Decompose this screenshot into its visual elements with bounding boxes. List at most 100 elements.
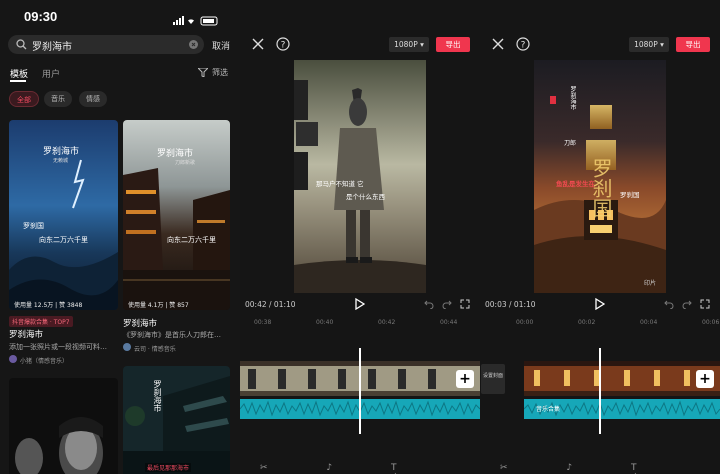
template-card-2[interactable]: 罗刹海市 刀郎新歌 向东二万六千里 使用量 4.1万 | 赞 857 xyxy=(123,120,230,310)
clear-icon[interactable] xyxy=(189,40,198,49)
total-duration: 01:10 xyxy=(513,300,536,309)
donkey-figure-preview xyxy=(294,60,426,293)
search-input[interactable]: 罗刹海市 xyxy=(32,38,72,53)
video-preview[interactable]: 那马户不知道 它 是个什么东西 xyxy=(294,60,426,293)
ruler-mark-2: 00:40 xyxy=(316,319,334,326)
bottom-toolbar[interactable]: ✂ ♪ T ◇ ▢ ◊ ✦ xyxy=(260,463,480,474)
resolution-select[interactable]: 1080P ▾ xyxy=(629,37,669,52)
card1-overlay-sub: 无赖城 xyxy=(53,158,69,164)
card2-overlay-sub: 刀郎新歌 xyxy=(175,160,196,166)
search-results-panel: 09:30 罗刹海市 取消 模板 用户 筛选 全部 音乐 情感 罗刹海市 无赖城… xyxy=(0,0,240,474)
chip-music[interactable]: 音乐 xyxy=(44,91,72,107)
card1-desc: 添加一张照片或一段视频可料… xyxy=(9,343,107,351)
resolution-select[interactable]: 1080P ▾ xyxy=(389,37,429,52)
current-time: 00:03 xyxy=(485,300,507,309)
playhead[interactable] xyxy=(359,348,361,434)
fullscreen-icon[interactable] xyxy=(460,299,470,309)
timeline-ruler: 00:38 00:40 00:42 00:44 xyxy=(240,316,480,328)
undo-icon[interactable] xyxy=(424,299,434,309)
chip-all[interactable]: 全部 xyxy=(9,91,39,107)
play-icon[interactable] xyxy=(595,298,605,310)
add-clip-button[interactable]: + xyxy=(696,370,714,388)
ruler-mark-4: 00:06 xyxy=(702,319,720,326)
poster-artist: 刀郎 xyxy=(564,140,577,147)
card4-overlay-vertical: 罗刹海市 xyxy=(153,380,162,412)
ruler-mark-4: 00:44 xyxy=(440,319,458,326)
video-track-frames xyxy=(524,361,720,396)
resolution-label: 1080P xyxy=(394,40,418,49)
card1-title[interactable]: 罗刹海市 xyxy=(9,328,43,340)
total-duration: 01:10 xyxy=(273,300,296,309)
template-card-4[interactable]: 罗刹海市 最后见那那海市 xyxy=(123,366,230,474)
card1-badge: 抖音爆款合集 · TOP7 xyxy=(9,316,73,327)
tab-templates[interactable]: 模板 xyxy=(10,67,28,80)
card1-overlay-title: 罗刹海市 xyxy=(43,147,80,157)
night-pagoda-thumbnail xyxy=(123,366,230,474)
ruler-mark-3: 00:04 xyxy=(640,319,658,326)
export-button[interactable]: 导出 xyxy=(676,37,710,52)
set-cover-button[interactable]: 设置封面 xyxy=(481,364,505,394)
card2-user[interactable]: 云司 · 情感音乐 xyxy=(134,344,176,353)
signal-wifi-battery-icon xyxy=(173,16,218,26)
video-track[interactable] xyxy=(524,361,720,396)
ruler-mark-1: 00:38 xyxy=(254,319,272,326)
card4-overlay-bottom: 最后见那那海市 xyxy=(145,463,192,472)
filter-icon[interactable] xyxy=(198,68,208,77)
editor-panel-left: ? 1080P ▾ 导出 那马户不知道 它 是个什么东西 00:42 / 01:… xyxy=(240,0,480,474)
card2-stats: 使用量 4.1万 | 赞 857 xyxy=(128,302,189,309)
add-clip-button[interactable]: + xyxy=(456,370,474,388)
status-icons xyxy=(172,11,222,26)
preview-lyric-2: 是个什么东西 xyxy=(346,193,385,201)
redo-icon[interactable] xyxy=(682,299,692,309)
ruler-mark-1: 00:00 xyxy=(516,319,534,326)
video-preview[interactable]: 罗刹海市 刀郎 罗刹国 鱼乱是发生在 罗刹国 印片 xyxy=(534,60,666,293)
card2-title[interactable]: 罗刹海市 xyxy=(123,317,157,329)
redo-icon[interactable] xyxy=(442,299,452,309)
template-card-3[interactable] xyxy=(9,378,118,474)
timeline-ruler: 00:00 00:02 00:04 00:06 xyxy=(480,316,720,328)
watermark: 印片 xyxy=(644,280,657,287)
svg-text:?: ? xyxy=(521,41,526,51)
card2-overlay-low: 向东二万六千里 xyxy=(167,236,216,244)
template-card-1[interactable]: 罗刹海市 无赖城 罗刹国 向东二万六千里 使用量 12.5万 | 赞 3848 xyxy=(9,120,118,310)
card2-avatar xyxy=(123,343,131,351)
close-icon[interactable] xyxy=(492,38,504,50)
card2-overlay-title: 罗刹海市 xyxy=(157,149,194,159)
play-icon[interactable] xyxy=(355,298,365,310)
ruler-mark-3: 00:42 xyxy=(378,319,396,326)
help-icon[interactable]: ? xyxy=(516,37,530,51)
svg-text:?: ? xyxy=(281,41,286,51)
export-button[interactable]: 导出 xyxy=(436,37,470,52)
card2-desc: 《罗刹海市》是首乐人刀郎在… xyxy=(123,331,221,339)
card1-stats: 使用量 12.5万 | 赞 3848 xyxy=(14,302,83,309)
audio-track[interactable]: 音乐合集 xyxy=(523,399,720,419)
poster-vertical-title: 罗刹海市 xyxy=(569,86,576,110)
ruler-mark-2: 00:02 xyxy=(578,319,596,326)
tab-indicator xyxy=(10,80,26,82)
current-time: 00:42 xyxy=(245,300,267,309)
playback-time: 00:42 / 01:10 xyxy=(245,300,296,309)
fullscreen-icon[interactable] xyxy=(700,299,710,309)
portrait-thumbnail xyxy=(9,378,118,474)
status-time: 09:30 xyxy=(24,9,58,24)
card1-user[interactable]: 小猪（情感音乐） xyxy=(20,356,68,365)
filter-label[interactable]: 筛选 xyxy=(212,67,228,78)
poster-big-text: 罗刹国 xyxy=(589,158,613,218)
chip-emotion[interactable]: 情感 xyxy=(79,91,107,107)
close-icon[interactable] xyxy=(252,38,264,50)
audio-track-label: 音乐合集 xyxy=(536,406,561,413)
cancel-button[interactable]: 取消 xyxy=(212,39,230,52)
editor-panel-right: ? 1080P ▾ 导出 罗刹海市 刀郎 罗刹国 鱼乱是发生在 罗刹国 印片 0… xyxy=(480,0,720,474)
card1-overlay-mid: 罗刹国 xyxy=(23,222,44,230)
bottom-toolbar[interactable]: ✂ ♪ T ◇ ▢ ◊ ✦ xyxy=(500,463,720,474)
poster-lyric-b: 罗刹国 xyxy=(620,191,640,199)
help-icon[interactable]: ? xyxy=(276,37,290,51)
poster-lyric-a: 鱼乱是发生在 xyxy=(556,180,595,188)
playback-time: 00:03 / 01:10 xyxy=(485,300,536,309)
playhead[interactable] xyxy=(599,348,601,434)
search-field[interactable]: 罗刹海市 xyxy=(8,35,204,54)
tab-users[interactable]: 用户 xyxy=(42,67,60,80)
card1-avatar xyxy=(9,355,17,363)
preview-lyric-1: 那马户不知道 它 xyxy=(316,180,364,188)
undo-icon[interactable] xyxy=(664,299,674,309)
